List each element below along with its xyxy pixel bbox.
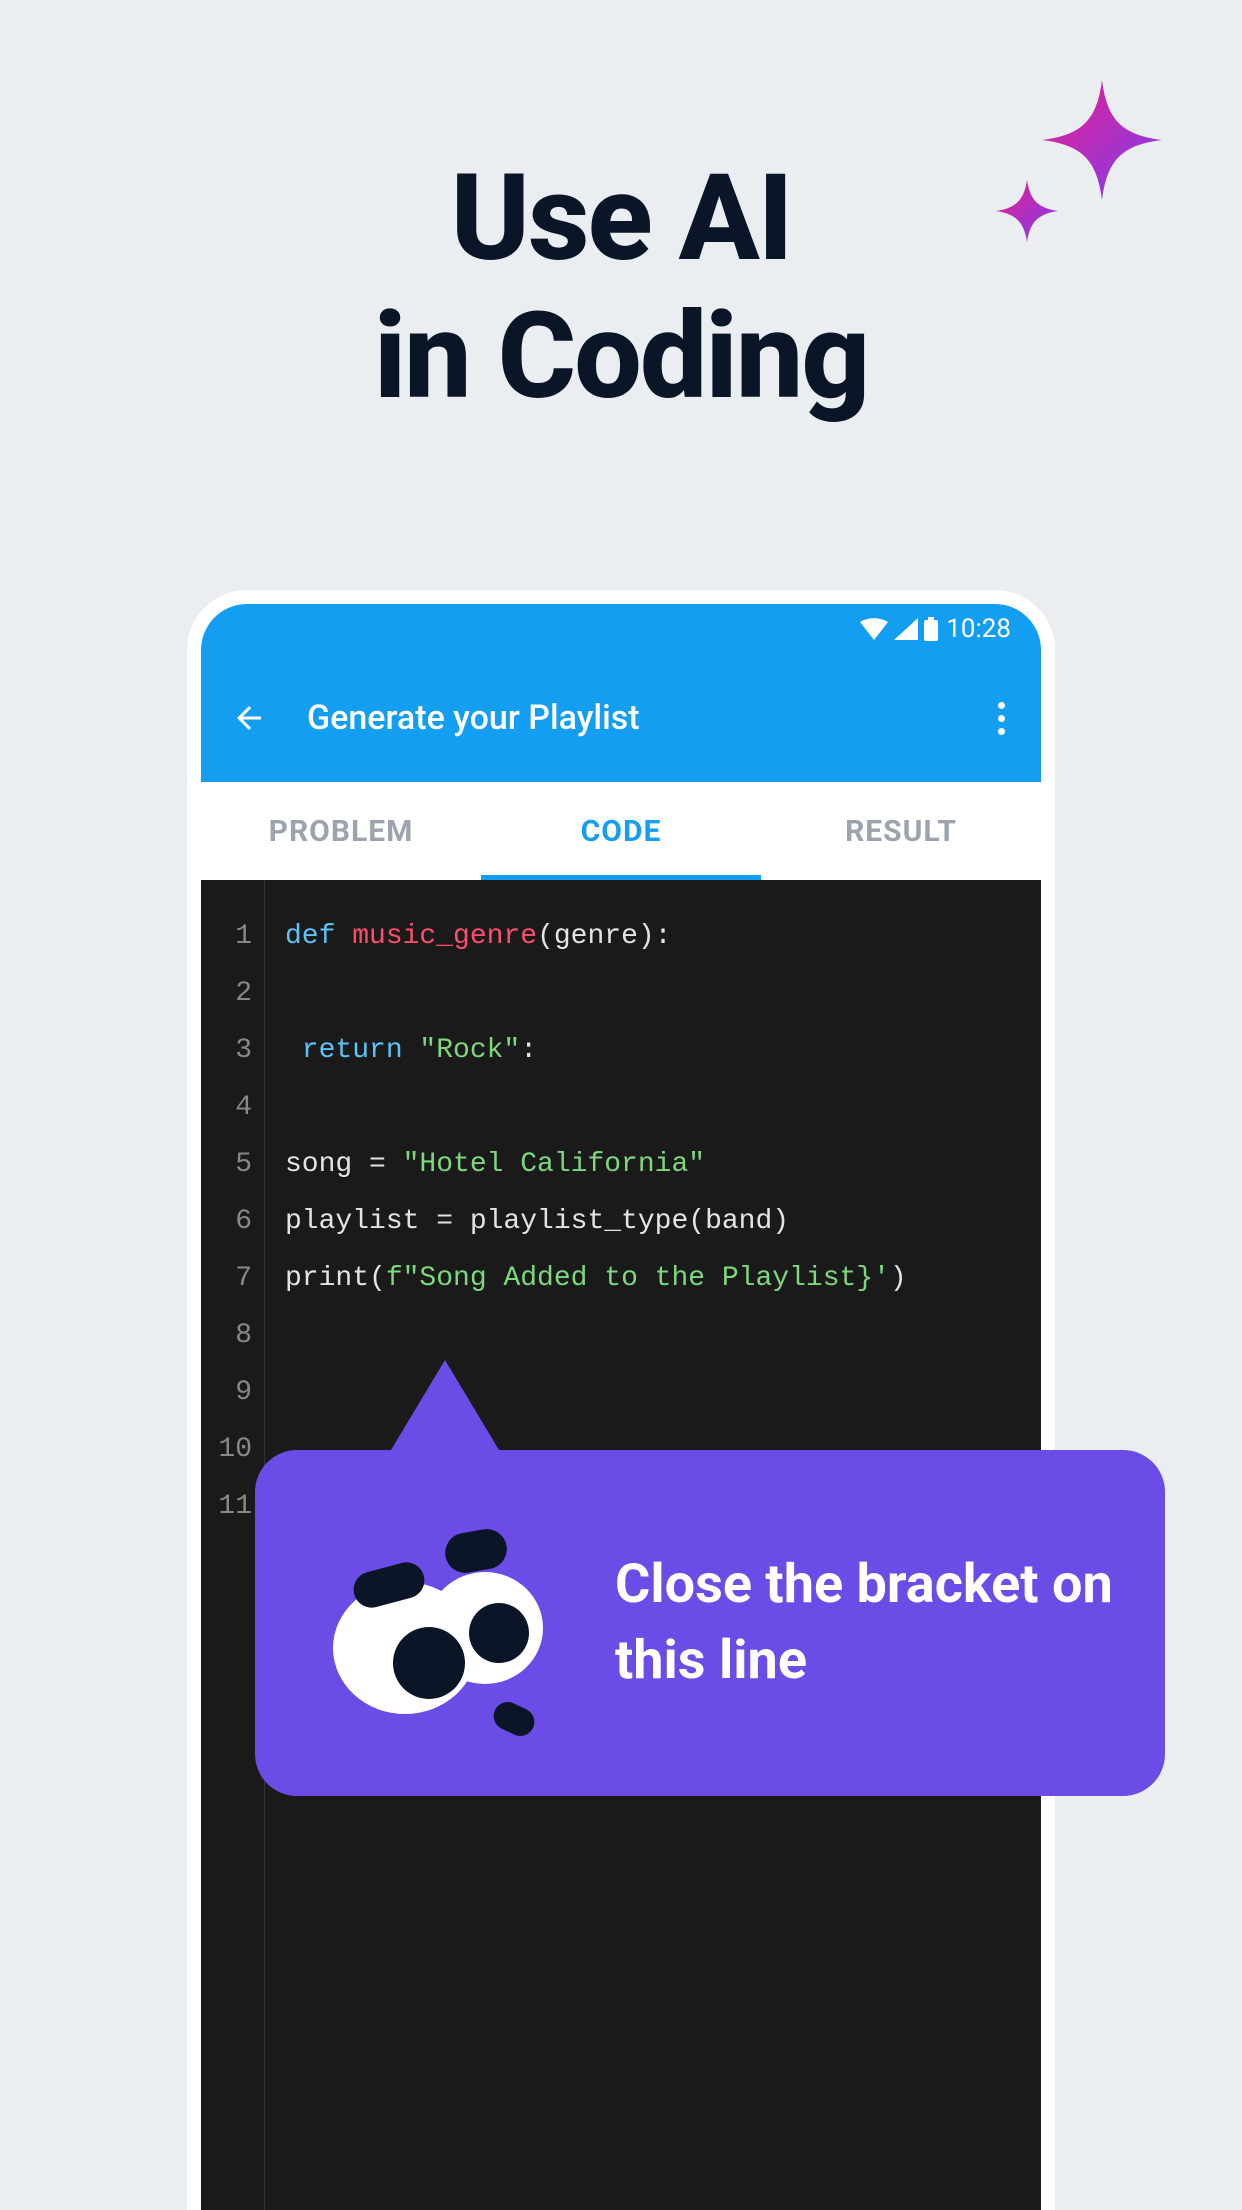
tab-problem[interactable]: PROBLEM	[201, 782, 481, 880]
code-line-6: playlist = playlist_type(band)	[285, 1193, 1041, 1250]
status-bar: 10:28	[201, 604, 1041, 654]
code-line-2	[285, 965, 1041, 1022]
app-title: Generate your Playlist	[307, 698, 998, 738]
code-line-7: print(f"Song Added to the Playlist}')	[285, 1250, 1041, 1307]
ai-hint-bubble[interactable]: Close the bracket on this line	[255, 1450, 1165, 1796]
phone-frame: 10:28 Generate your Playlist PROBLEM COD…	[187, 590, 1055, 2210]
signal-icon	[894, 618, 918, 640]
status-time: 10:28	[946, 614, 1011, 644]
mascot-icon	[305, 1493, 565, 1753]
phone-screen: 10:28 Generate your Playlist PROBLEM COD…	[201, 604, 1041, 2210]
code-line-1: def music_genre(genre):	[285, 908, 1041, 965]
sparkle-icon	[992, 70, 1182, 264]
code-line-3: return "Rock":	[285, 1022, 1041, 1079]
app-bar: Generate your Playlist	[201, 654, 1041, 782]
code-line-4	[285, 1079, 1041, 1136]
wifi-icon	[860, 618, 888, 640]
tab-code[interactable]: CODE	[481, 782, 761, 880]
battery-icon	[924, 617, 938, 641]
code-line-5: song = "Hotel California"	[285, 1136, 1041, 1193]
tabs: PROBLEM CODE RESULT	[201, 782, 1041, 880]
tab-result[interactable]: RESULT	[761, 782, 1041, 880]
more-menu-icon[interactable]	[998, 702, 1011, 735]
status-icons	[860, 617, 938, 641]
back-arrow-icon[interactable]	[231, 700, 267, 736]
headline-line-2: in Coding	[0, 288, 1242, 426]
code-line-8	[285, 1307, 1041, 1364]
hint-text: Close the bracket on this line	[615, 1547, 1115, 1698]
